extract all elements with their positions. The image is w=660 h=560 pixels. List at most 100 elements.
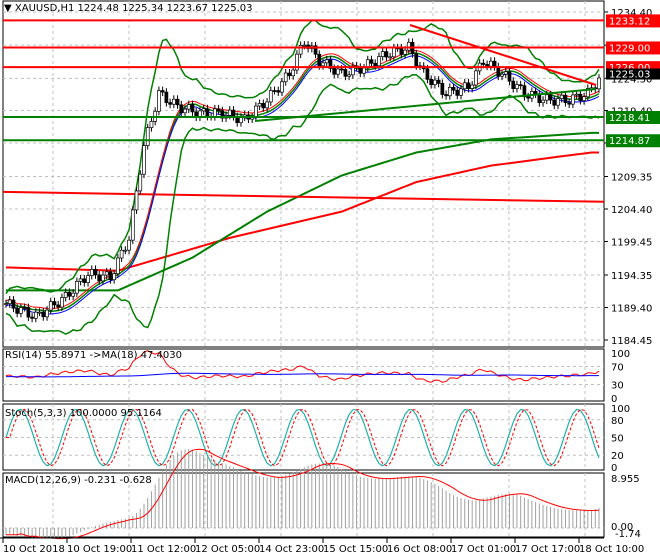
candle-body <box>265 101 269 109</box>
candle-body <box>41 311 46 318</box>
rsi-tick-label: 70 <box>611 363 624 374</box>
current-price-label: 1225.03 <box>609 70 650 81</box>
ma-slow-green <box>6 131 599 292</box>
candle-body <box>556 98 560 106</box>
time-tick-label: 11 Oct 12:00 <box>131 544 196 555</box>
stoch-tick-label: 0 <box>611 463 617 474</box>
candle-body <box>116 257 120 275</box>
candle-body <box>60 297 64 308</box>
candle-body <box>75 281 79 294</box>
candle-body <box>89 269 94 276</box>
candle-body <box>537 93 542 104</box>
candle-body <box>127 239 131 251</box>
candle-body <box>317 53 322 67</box>
candle-body <box>552 99 557 106</box>
candle-body <box>377 56 381 67</box>
candle-body <box>52 301 57 306</box>
time-tick-label: 10 Oct 2018 <box>3 544 65 555</box>
pane-frame-0 <box>2 0 605 348</box>
candle-body <box>190 104 195 113</box>
candle-body <box>123 249 128 252</box>
price-tick-label: 1194.35 <box>611 271 652 282</box>
candle-body <box>216 108 221 112</box>
candle-body <box>544 94 549 101</box>
candle-body <box>157 90 161 112</box>
dropdown-arrow-icon[interactable]: ▼ <box>4 3 12 14</box>
trading-chart-window: 1234.401229.351224.301219.401214.451209.… <box>0 0 660 560</box>
candle-body <box>444 94 448 97</box>
macd-signal-line <box>6 448 600 540</box>
candle-body <box>571 94 575 105</box>
candle-body <box>67 292 72 297</box>
candle-body <box>179 104 184 114</box>
candle-body <box>324 59 329 64</box>
candle-body <box>134 190 139 211</box>
candle-body <box>56 304 61 308</box>
time-tick-label: 15 Oct 15:00 <box>323 544 388 555</box>
candle-body <box>272 90 277 92</box>
candle-body <box>321 62 325 67</box>
candle-body <box>399 47 404 55</box>
candle-body <box>373 62 378 67</box>
candle-body <box>429 79 434 86</box>
candle-body <box>108 271 113 281</box>
candle-body <box>500 73 504 77</box>
rsi-tick-label: 30 <box>611 381 624 392</box>
price-tick-label: 1199.45 <box>611 238 652 249</box>
candle-body <box>451 87 456 91</box>
time-tick-label: 12 Oct 05:00 <box>195 544 260 555</box>
candle-body <box>470 84 475 89</box>
candle-body <box>119 249 124 259</box>
stoch-tick-label: 20 <box>611 451 624 462</box>
candle-body <box>343 69 348 77</box>
candle-body <box>548 94 553 101</box>
close-value: 1225.03 <box>211 3 253 14</box>
level-price-label: 1218.41 <box>609 113 650 124</box>
price-tick-label: 1204.40 <box>611 205 652 216</box>
candle-body <box>63 292 68 298</box>
candle-body <box>201 108 206 112</box>
candle-body <box>171 98 176 105</box>
candle-body <box>578 93 583 101</box>
candle-body <box>380 51 385 57</box>
candle-body <box>291 69 296 77</box>
candle-body <box>481 62 486 65</box>
candle-body <box>11 299 16 309</box>
candle-body <box>112 273 117 281</box>
candle-body <box>33 311 38 319</box>
candle-body <box>302 44 307 47</box>
candle-body <box>78 278 83 282</box>
candle-body <box>93 269 98 276</box>
macd-tick-label: -1.74 <box>615 529 641 540</box>
candle-body <box>145 127 150 146</box>
candle-body <box>436 79 441 84</box>
candle-body <box>440 83 445 95</box>
candle-body <box>97 274 102 282</box>
stoch-tick-label: 100 <box>611 404 630 415</box>
time-tick-label: 10 Oct 19:00 <box>67 544 132 555</box>
level-price-label: 1233.12 <box>609 16 650 27</box>
open-value: 1224.48 <box>77 3 119 14</box>
candle-body <box>541 99 545 104</box>
price-tick-label: 1189.40 <box>611 303 652 314</box>
candle-body <box>492 60 497 68</box>
candle-body <box>503 71 508 75</box>
high-value: 1225.34 <box>122 3 164 14</box>
time-tick-label: 17 Oct 17:00 <box>515 544 580 555</box>
candle-body <box>336 68 340 75</box>
bollinger-lower <box>5 74 600 335</box>
candle-body <box>45 309 49 318</box>
candle-body <box>462 82 467 90</box>
candle-body <box>488 60 493 67</box>
candle-body <box>474 70 478 86</box>
candle-body <box>186 104 191 110</box>
candle-body <box>567 102 572 105</box>
candle-body <box>459 88 463 96</box>
price-tick-label: 1184.45 <box>611 336 652 347</box>
candle-body <box>332 68 337 75</box>
candle-body <box>160 90 165 93</box>
candle-body <box>149 121 154 129</box>
candle-body <box>71 292 75 297</box>
candle-body <box>447 87 452 97</box>
candle-body <box>168 102 172 105</box>
